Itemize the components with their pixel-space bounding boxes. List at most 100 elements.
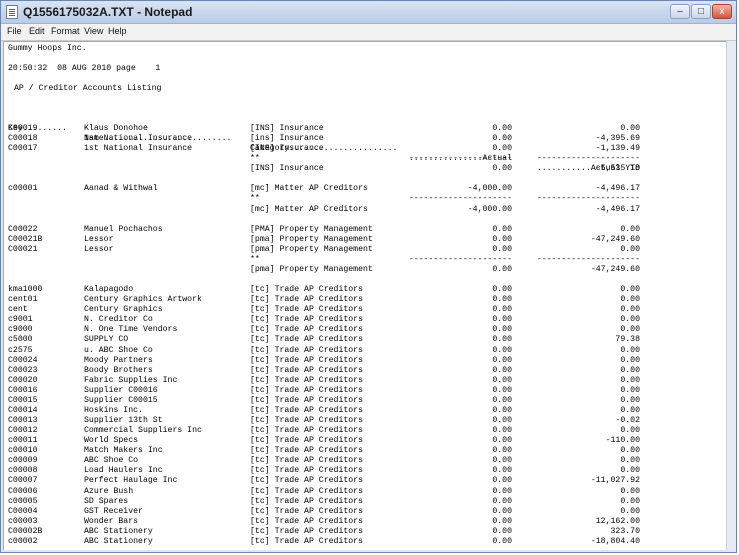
row-actual-ytd: -4,395.69 — [595, 134, 640, 144]
row-key: C00015 — [8, 395, 38, 405]
menu-view[interactable]: View — [84, 26, 103, 36]
table-row: c9001 N. Creditor Co [tc] Trade AP Credito… — [4, 315, 726, 325]
row-key: C00021 — [8, 244, 38, 254]
row-key: C00017 — [8, 144, 38, 154]
row-actual: 0.00 — [492, 466, 512, 476]
table-row: C00002B ABC Stationery [tc] Trade AP Credi… — [4, 527, 726, 537]
row-name: Wonder Bars — [84, 516, 139, 526]
row-category: [tc] Trade AP Creditors — [250, 476, 364, 486]
row-category: [tc] Trade AP Creditors — [250, 365, 364, 375]
row-category: [tc] Trade AP Creditors — [250, 436, 364, 446]
row-actual-ytd: --------------------- — [536, 254, 640, 264]
row-category: [ins] Insurance — [250, 134, 324, 144]
row-actual: 0.00 — [492, 244, 512, 254]
maximize-button[interactable]: □ — [691, 4, 711, 19]
table-row: C00021 Lessor [pma] Property Management 0.0… — [4, 245, 726, 255]
menu-file[interactable]: File — [7, 26, 22, 36]
text-area[interactable]: Gummy Hoops Inc. 20:50:32 08 AUG 2010 pa… — [3, 41, 726, 550]
table-row: ** --------------------- -----------------… — [4, 255, 726, 265]
row-actual-ytd: 0.00 — [620, 355, 640, 365]
row-category: [tc] Trade AP Creditors — [250, 285, 364, 295]
row-actual: 0.00 — [492, 416, 512, 426]
row-category: ** — [250, 154, 260, 164]
row-name: Supplier C00015 — [84, 395, 158, 405]
table-row: kma1000 Kalapagodo [tc] Trade AP Creditors… — [4, 285, 726, 295]
row-category: [tc] Trade AP Creditors — [250, 496, 364, 506]
row-actual-ytd: --------------------- — [536, 194, 640, 204]
row-key: C00012 — [8, 426, 38, 436]
table-row: C00017 1st National Insurance [INS] Insura… — [4, 144, 726, 154]
row-name: Klaus Donohoe — [84, 124, 148, 133]
row-actual-ytd: 0.00 — [620, 466, 640, 476]
table-row: c9000 N. One Time Vendors [tc] Trade AP Cr… — [4, 325, 726, 335]
row-key: C00014 — [8, 405, 38, 415]
row-actual-ytd: 323.70 — [610, 526, 640, 536]
row-actual: 0.00 — [492, 516, 512, 526]
row-actual-ytd: 12,162.00 — [595, 516, 640, 526]
row-actual: 0.00 — [492, 134, 512, 144]
row-category: [tc] Trade AP Creditors — [250, 506, 364, 516]
row-actual: 0.00 — [492, 355, 512, 365]
notepad-window: Q1556175032A.TXT - Notepad – □ x File Ed… — [0, 0, 737, 553]
table-row: C00012 Commercial Suppliers Inc [tc] Trade… — [4, 426, 726, 436]
vertical-scrollbar[interactable] — [726, 41, 736, 550]
row-key: c5000 — [8, 335, 33, 345]
window-title: Q1556175032A.TXT - Notepad — [23, 5, 193, 19]
row-actual: 0.00 — [492, 476, 512, 486]
row-actual-ytd: -5,535.18 — [595, 164, 640, 174]
row-actual-ytd: 0.00 — [620, 506, 640, 516]
row-actual-ytd: -4,496.17 — [595, 204, 640, 214]
row-category: [tc] Trade AP Creditors — [250, 416, 364, 426]
row-name: Moody Partners — [84, 355, 153, 365]
table-row: C00019 Klaus Donohoe [INS] Insurance 0.00 0.… — [4, 124, 726, 134]
row-key: c00001 — [8, 184, 38, 194]
row-key: C00006 — [8, 486, 38, 496]
row-category: [pma] Property Management — [250, 234, 373, 244]
row-key: C00024 — [8, 355, 38, 365]
row-name: Hoskins Inc. — [84, 405, 143, 415]
row-key: c00002 — [8, 536, 38, 546]
title-bar[interactable]: Q1556175032A.TXT - Notepad – □ x — [1, 1, 736, 24]
row-name: N. One Time Vendors — [84, 325, 178, 335]
row-actual-ytd: -110.00 — [605, 436, 640, 446]
row-name: 1st National Insurance — [84, 134, 193, 144]
row-key: c00009 — [8, 456, 38, 466]
row-actual: 0.00 — [492, 536, 512, 546]
row-key: c2575 — [8, 345, 33, 355]
row-category: [PMA] Property Management — [250, 224, 373, 234]
row-category: [tc] Trade AP Creditors — [250, 405, 364, 415]
menu-format[interactable]: Format — [51, 26, 80, 36]
row-name: SUPPLY CO — [84, 335, 129, 345]
row-name: ABC Stationery — [84, 526, 153, 536]
row-actual: 0.00 — [492, 305, 512, 315]
table-row: C00021B Lessor [pma] Property Management 0.… — [4, 235, 726, 245]
menu-edit[interactable]: Edit — [29, 26, 45, 36]
row-name: 1st National Insurance — [84, 144, 193, 154]
table-row: C00016 Supplier C00016 [tc] Trade AP Credi… — [4, 386, 726, 396]
close-button[interactable]: x — [712, 4, 732, 19]
row-key: C00021B — [8, 234, 43, 244]
row-actual-ytd: 0.00 — [620, 375, 640, 385]
row-category: [tc] Trade AP Creditors — [250, 395, 364, 405]
row-category: [pma] Property Management — [250, 264, 373, 274]
company-name: Gummy Hoops Inc. — [8, 44, 87, 53]
row-key: c00005 — [8, 496, 38, 506]
row-actual: 0.00 — [492, 164, 512, 174]
row-actual-ytd: 0.00 — [620, 305, 640, 315]
row-actual: 0.00 — [492, 124, 512, 133]
row-actual-ytd: 0.00 — [620, 496, 640, 506]
row-category: [tc] Trade AP Creditors — [250, 536, 364, 546]
row-name: Azure Bush — [84, 486, 134, 496]
row-key: C00020 — [8, 375, 38, 385]
row-actual-ytd: 0.00 — [620, 124, 640, 133]
table-row: C00013 Supplier 13th St [tc] Trade AP Cred… — [4, 416, 726, 426]
row-actual: 0.00 — [492, 486, 512, 496]
row-actual: 0.00 — [492, 446, 512, 456]
menu-help[interactable]: Help — [108, 26, 127, 36]
minimize-button[interactable]: – — [670, 4, 690, 19]
row-key: C00023 — [8, 365, 38, 375]
row-name: Load Haulers Inc — [84, 466, 163, 476]
row-name: N. Creditor Co — [84, 315, 153, 325]
